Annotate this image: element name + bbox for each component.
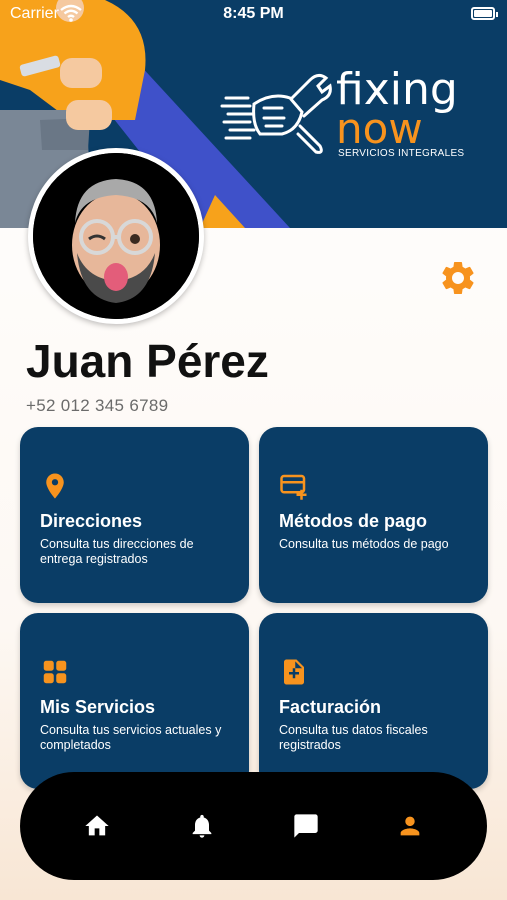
location-pin-icon	[46, 473, 64, 499]
profile-phone: +52 012 345 6789	[26, 396, 169, 415]
card-title: Direcciones	[40, 511, 143, 531]
card-description: Consulta tus direcciones de entrega regi…	[40, 537, 194, 566]
gear-icon[interactable]	[438, 258, 478, 298]
status-bar: Carrier 8:45 PM	[0, 0, 507, 30]
bottom-nav	[20, 772, 487, 880]
document-add-icon	[284, 659, 304, 685]
memoji-avatar-image	[33, 153, 199, 319]
logo-word-now: now	[336, 104, 423, 153]
card-description: Consulta tus métodos de pago	[279, 537, 449, 551]
card-mis-servicios[interactable]: Mis Servicios Consulta tus servicios act…	[20, 613, 249, 789]
bell-icon[interactable]	[188, 812, 216, 840]
person-icon[interactable]	[396, 812, 424, 840]
clock: 8:45 PM	[223, 5, 284, 22]
card-title: Métodos de pago	[279, 511, 427, 531]
card-title: Facturación	[279, 697, 382, 717]
card-facturacion[interactable]: Facturación Consulta tus datos fiscales …	[259, 613, 488, 789]
card-description: Consulta tus datos fiscales registrados	[279, 723, 428, 752]
logo-tagline: SERVICIOS INTEGRALES	[338, 148, 465, 159]
credit-card-add-icon	[280, 474, 307, 500]
chat-icon[interactable]	[292, 812, 320, 840]
wrench-hand-icon	[220, 73, 332, 154]
fixing-now-logo: fixing now SERVICIOS INTEGRALES	[220, 64, 480, 163]
card-description: Consulta tus servicios actuales y comple…	[40, 723, 222, 752]
home-icon[interactable]	[83, 812, 111, 840]
profile-name: Juan Pérez	[26, 335, 269, 387]
card-title: Mis Servicios	[40, 697, 156, 717]
avatar[interactable]	[28, 148, 204, 324]
grid-icon	[43, 660, 67, 684]
card-metodos-de-pago[interactable]: Métodos de pago Consulta tus métodos de …	[259, 427, 488, 603]
battery-icon	[471, 7, 498, 20]
card-direcciones[interactable]: Direcciones Consulta tus direcciones de …	[20, 427, 249, 603]
